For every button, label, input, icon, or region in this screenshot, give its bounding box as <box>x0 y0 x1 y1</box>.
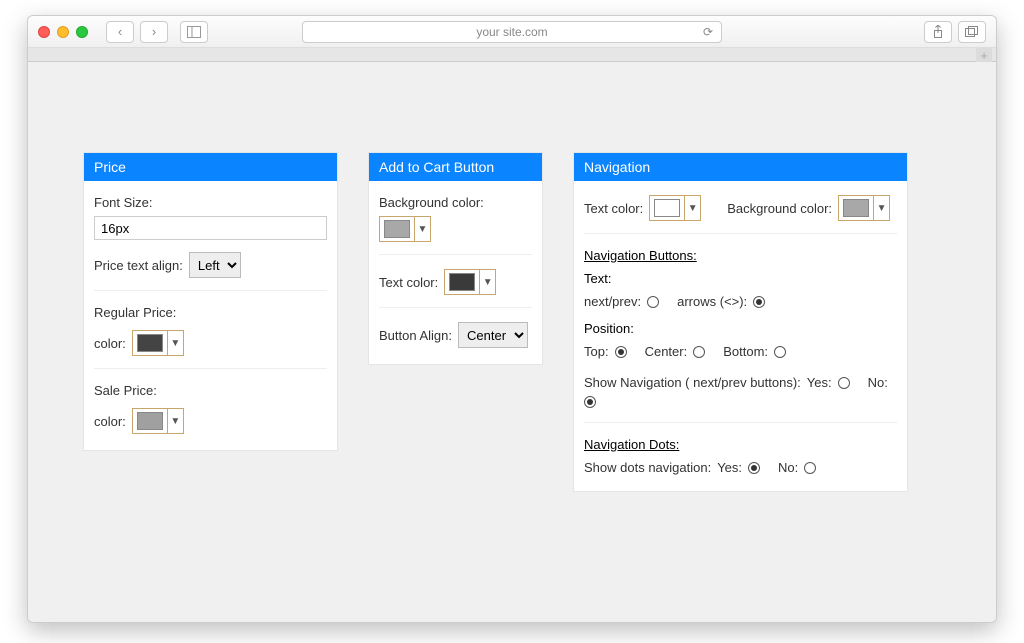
sale-color-swatch <box>137 412 163 430</box>
price-panel: Price Font Size: Price text align: Left … <box>83 152 338 451</box>
share-button[interactable] <box>924 21 952 43</box>
cart-panel-header: Add to Cart Button <box>369 153 542 181</box>
show-nav-label: Show Navigation ( next/prev buttons): <box>584 375 801 390</box>
nav-text-header: Text: <box>584 271 897 286</box>
regular-color-label: color: <box>94 336 126 351</box>
sale-price-label: Sale Price: <box>94 383 327 398</box>
cart-panel: Add to Cart Button Background color: ▼ T… <box>368 152 543 365</box>
show-nav-yes-radio[interactable] <box>838 377 850 389</box>
font-size-input[interactable] <box>94 216 327 240</box>
navigation-panel-header: Navigation <box>574 153 907 181</box>
show-dots-yes-radio[interactable] <box>748 462 760 474</box>
sale-color-label: color: <box>94 414 126 429</box>
show-nav-no-label: No: <box>868 375 888 390</box>
nav-dots-header: Navigation Dots: <box>584 437 897 452</box>
minimize-window-icon[interactable] <box>57 26 69 38</box>
cart-align-select[interactable]: Center <box>458 322 528 348</box>
show-dots-no-radio[interactable] <box>804 462 816 474</box>
show-nav-yes-label: Yes: <box>807 375 832 390</box>
pos-top-radio[interactable] <box>615 346 627 358</box>
font-size-label: Font Size: <box>94 195 153 210</box>
back-button[interactable]: ‹ <box>106 21 134 43</box>
new-tab-button[interactable]: + <box>976 48 992 62</box>
pos-center-radio[interactable] <box>693 346 705 358</box>
show-dots-no-label: No: <box>778 460 798 475</box>
show-dots-yes-label: Yes: <box>717 460 742 475</box>
nav-textcolor-picker[interactable]: ▼ <box>649 195 701 221</box>
forward-button[interactable]: › <box>140 21 168 43</box>
page-content: Price Font Size: Price text align: Left … <box>28 62 996 622</box>
sidebar-button[interactable] <box>180 21 208 43</box>
cart-align-label: Button Align: <box>379 328 452 343</box>
dropdown-icon: ▼ <box>167 409 183 433</box>
window-controls <box>38 26 88 38</box>
show-dots-label: Show dots navigation: <box>584 460 711 475</box>
close-window-icon[interactable] <box>38 26 50 38</box>
nav-bg-label: Background color: <box>727 201 832 216</box>
arrows-label: arrows (<>): <box>677 294 747 309</box>
pos-bottom-label: Bottom: <box>723 344 768 359</box>
nav-buttons-header: Navigation Buttons: <box>584 248 897 263</box>
reload-icon[interactable]: ⟳ <box>703 25 713 39</box>
tabs-button[interactable] <box>958 21 986 43</box>
nextprev-label: next/prev: <box>584 294 641 309</box>
regular-color-picker[interactable]: ▼ <box>132 330 184 356</box>
dropdown-icon: ▼ <box>684 196 700 220</box>
nav-bg-swatch <box>843 199 869 217</box>
navigation-panel: Navigation Text color: ▼ Background colo… <box>573 152 908 492</box>
browser-titlebar: ‹ › your site.com ⟳ <box>28 16 996 48</box>
regular-color-swatch <box>137 334 163 352</box>
dropdown-icon: ▼ <box>873 196 889 220</box>
pos-bottom-radio[interactable] <box>774 346 786 358</box>
cart-bg-picker[interactable]: ▼ <box>379 216 431 242</box>
nav-textcolor-label: Text color: <box>584 201 643 216</box>
nav-bg-picker[interactable]: ▼ <box>838 195 890 221</box>
pos-top-label: Top: <box>584 344 609 359</box>
browser-window: ‹ › your site.com ⟳ + Price <box>27 15 997 623</box>
sale-color-picker[interactable]: ▼ <box>132 408 184 434</box>
url-text: your site.com <box>476 25 547 39</box>
tab-strip: + <box>28 48 996 62</box>
address-bar[interactable]: your site.com ⟳ <box>302 21 722 43</box>
pos-center-label: Center: <box>645 344 688 359</box>
price-align-select[interactable]: Left <box>189 252 241 278</box>
cart-bg-label: Background color: <box>379 195 484 210</box>
cart-text-label: Text color: <box>379 275 438 290</box>
price-panel-header: Price <box>84 153 337 181</box>
nextprev-radio[interactable] <box>647 296 659 308</box>
show-nav-no-radio[interactable] <box>584 396 596 408</box>
regular-price-label: Regular Price: <box>94 305 327 320</box>
nav-textcolor-swatch <box>654 199 680 217</box>
dropdown-icon: ▼ <box>167 331 183 355</box>
cart-bg-swatch <box>384 220 410 238</box>
position-header: Position: <box>584 321 897 336</box>
cart-text-picker[interactable]: ▼ <box>444 269 496 295</box>
cart-text-swatch <box>449 273 475 291</box>
dropdown-icon: ▼ <box>479 270 495 294</box>
arrows-radio[interactable] <box>753 296 765 308</box>
fullscreen-window-icon[interactable] <box>76 26 88 38</box>
dropdown-icon: ▼ <box>414 217 430 241</box>
price-align-label: Price text align: <box>94 258 183 273</box>
